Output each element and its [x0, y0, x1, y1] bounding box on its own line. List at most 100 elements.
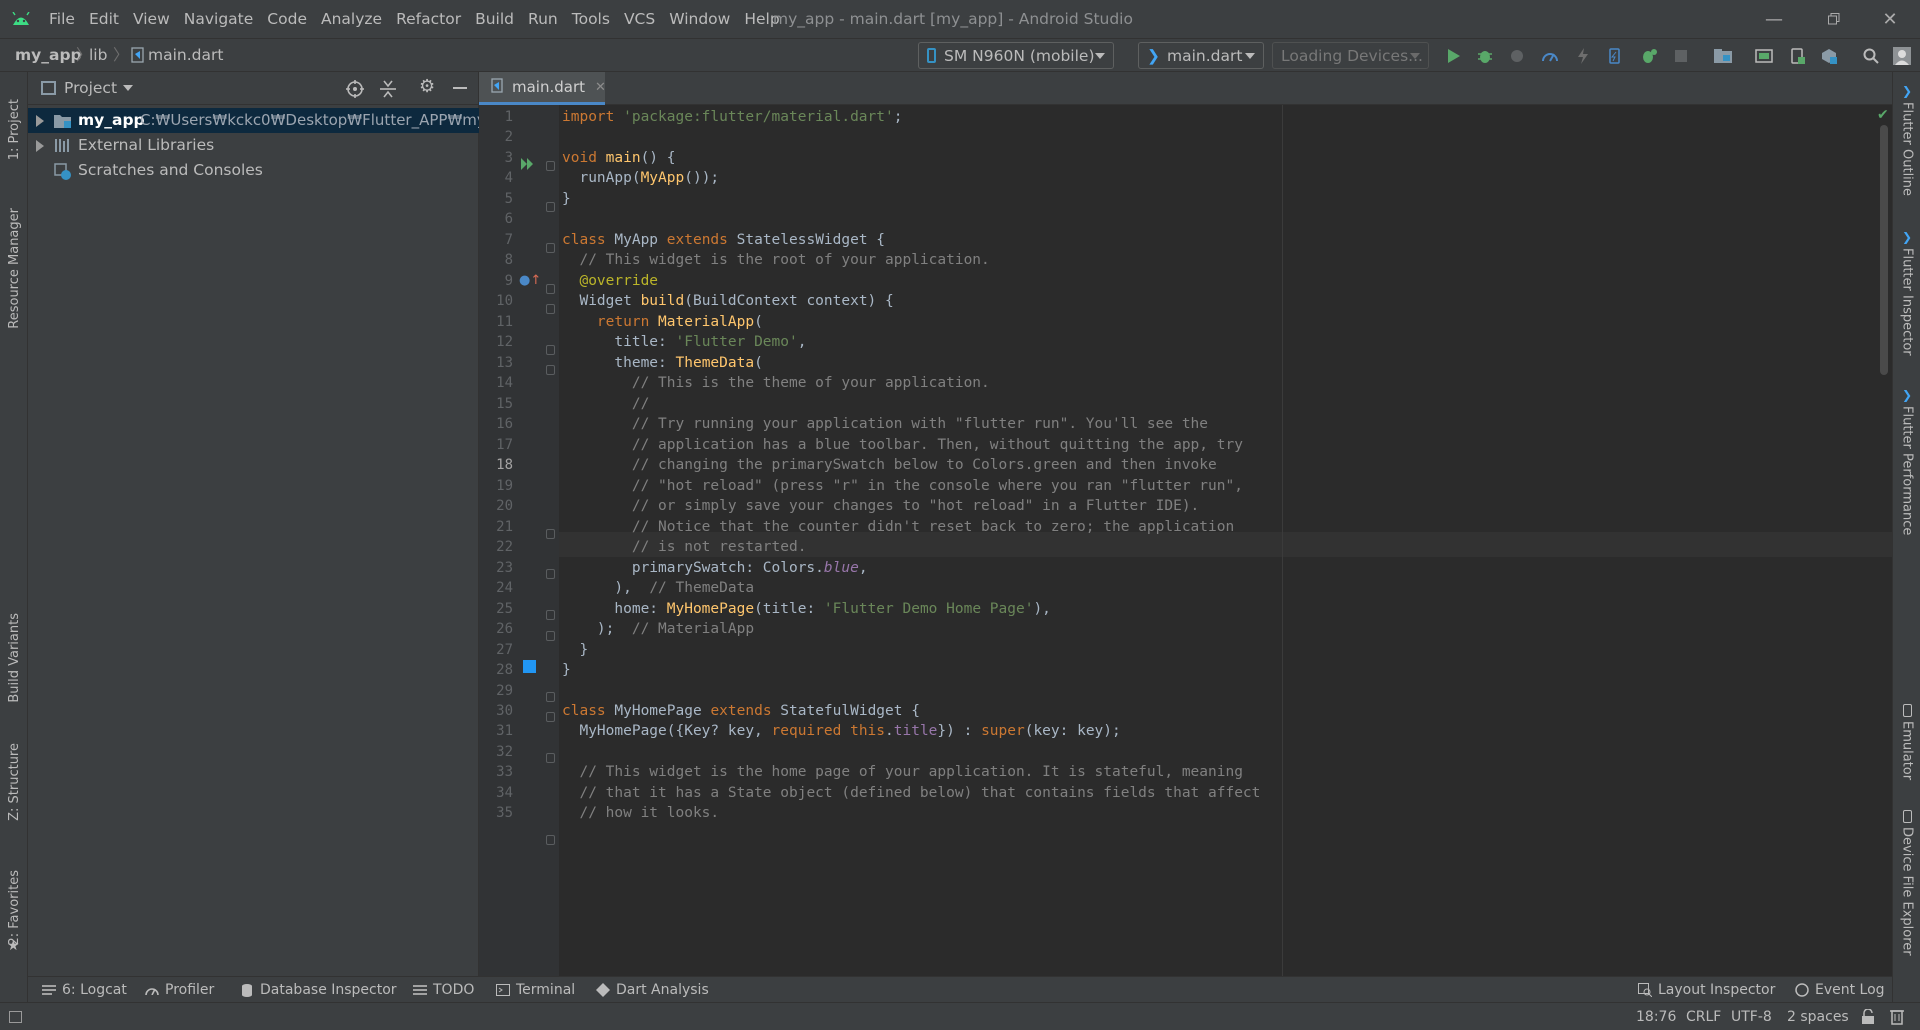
close-tab-icon[interactable]: ✕: [595, 80, 606, 95]
menu-run[interactable]: Run: [521, 0, 565, 38]
tool-tab-emulator[interactable]: Emulator: [1893, 704, 1920, 780]
tool-tab-terminal[interactable]: Terminal: [496, 977, 575, 1003]
run-main-icon[interactable]: [521, 158, 535, 174]
search-icon[interactable]: [1859, 44, 1883, 68]
user-account-icon[interactable]: [1890, 44, 1914, 68]
phone-icon: [1902, 704, 1912, 717]
tool-tab-layout-inspector[interactable]: Layout Inspector: [1638, 977, 1775, 1003]
tool-tab-structure[interactable]: Z: Structure: [0, 732, 28, 832]
tool-tab-dart-analysis[interactable]: Dart Analysis: [596, 977, 709, 1003]
fold-marker[interactable]: [546, 365, 555, 375]
chevron-down-icon[interactable]: [123, 85, 133, 91]
debug-icon[interactable]: [1473, 44, 1497, 68]
tree-item-scratches[interactable]: Scratches and Consoles: [28, 158, 479, 183]
attach-process-icon[interactable]: [1637, 44, 1661, 68]
tool-tab-resource-manager[interactable]: Resource Manager: [0, 198, 28, 338]
fold-marker[interactable]: [546, 304, 555, 314]
lock-icon[interactable]: [1862, 1008, 1874, 1028]
tool-tab-todo[interactable]: TODO: [413, 977, 474, 1003]
tool-tab-flutter-inspector[interactable]: ❯ Flutter Inspector: [1893, 230, 1920, 356]
menu-window[interactable]: Window: [662, 0, 737, 38]
toggle-tool-windows-icon[interactable]: [9, 1011, 22, 1023]
device-manager-icon[interactable]: [1785, 44, 1809, 68]
fold-marker[interactable]: [546, 345, 555, 355]
attach-debugger-icon[interactable]: [1505, 44, 1529, 68]
sdk-manager-icon[interactable]: [1817, 44, 1841, 68]
breadcrumb-project[interactable]: my_app: [15, 39, 82, 71]
menu-code[interactable]: Code: [260, 0, 314, 38]
menu-analyze[interactable]: Analyze: [314, 0, 389, 38]
menu-navigate[interactable]: Navigate: [177, 0, 261, 38]
tool-tab-profiler-label: Profiler: [165, 982, 215, 998]
right-margin-guide: [1282, 105, 1283, 976]
memory-indicator-icon[interactable]: [1890, 1009, 1904, 1029]
profile-icon[interactable]: [1538, 44, 1562, 68]
tool-tab-device-file-explorer[interactable]: Device File Explorer: [1893, 810, 1920, 956]
tool-tab-database-inspector[interactable]: Database Inspector: [240, 977, 397, 1003]
device-selector[interactable]: SM N960N (mobile): [918, 42, 1114, 69]
apply-code-changes-icon[interactable]: [1603, 44, 1627, 68]
fold-marker[interactable]: [546, 569, 555, 579]
run-icon[interactable]: [1442, 44, 1466, 68]
tool-tab-build-variants-label: Build Variants: [6, 613, 22, 703]
tool-tab-project[interactable]: 1: Project: [0, 82, 28, 178]
caret-position[interactable]: 18:76: [1636, 1003, 1676, 1030]
stop-icon[interactable]: [1669, 44, 1693, 68]
menu-build[interactable]: Build: [468, 0, 521, 38]
menu-file[interactable]: File: [42, 0, 82, 38]
tool-tab-flutter-outline[interactable]: ❯ Flutter Outline: [1893, 84, 1920, 196]
locate-file-icon[interactable]: [346, 80, 364, 102]
tree-item-my-app[interactable]: my_app C:₩Users₩kckc0₩Desktop₩Flutter_AP…: [28, 108, 522, 133]
restore-icon[interactable]: [1804, 0, 1864, 38]
close-icon[interactable]: ✕: [1860, 0, 1920, 38]
collapse-all-icon[interactable]: [380, 80, 396, 102]
editor-scrollbar[interactable]: [1880, 125, 1888, 375]
fold-marker[interactable]: [546, 835, 555, 845]
minimize-icon[interactable]: —: [1744, 0, 1804, 38]
tool-tab-build-variants[interactable]: Build Variants: [0, 602, 28, 714]
fold-marker[interactable]: [546, 712, 555, 722]
project-panel: Project ⚙ my_app C:₩Users₩kckc0₩Desktop₩…: [28, 72, 522, 976]
override-method-icon[interactable]: ●↑: [519, 273, 541, 288]
menu-vcs[interactable]: VCS: [617, 0, 662, 38]
fold-marker[interactable]: [546, 610, 555, 620]
hide-panel-icon[interactable]: [453, 87, 467, 89]
tool-tab-logcat[interactable]: 6: Logcat: [42, 977, 127, 1003]
fold-marker[interactable]: [546, 243, 555, 253]
tool-tab-flutter-performance[interactable]: ❯ Flutter Performance: [1893, 388, 1920, 535]
tool-tab-event-log[interactable]: Event Log: [1795, 977, 1885, 1003]
expand-arrow-icon[interactable]: [36, 115, 44, 127]
menu-view[interactable]: View: [126, 0, 177, 38]
expand-arrow-icon[interactable]: [36, 140, 44, 152]
breadcrumb-lib[interactable]: lib: [89, 39, 107, 71]
fold-marker[interactable]: [546, 284, 555, 294]
project-structure-icon[interactable]: [1711, 44, 1735, 68]
breadcrumb-file[interactable]: main.dart: [148, 39, 223, 71]
menu-edit[interactable]: Edit: [82, 0, 126, 38]
menu-refactor[interactable]: Refactor: [389, 0, 468, 38]
indent-setting[interactable]: 2 spaces: [1787, 1003, 1849, 1030]
fold-marker[interactable]: [546, 202, 555, 212]
tab-main-dart[interactable]: main.dart ✕: [479, 72, 606, 105]
apply-changes-icon[interactable]: [1571, 44, 1595, 68]
tree-item-external-libraries[interactable]: External Libraries: [28, 133, 479, 158]
code-editor[interactable]: 1 2 3 4 5 6 7 8 9 10 11 12 13 14 15 16 17 18 19 20 21 22 23 24 2…: [479, 105, 1892, 976]
fold-marker[interactable]: [546, 692, 555, 702]
library-icon: [54, 138, 71, 157]
fold-marker[interactable]: [546, 753, 555, 763]
fold-marker[interactable]: [546, 631, 555, 641]
run-config-selector[interactable]: ❯ main.dart: [1138, 42, 1264, 69]
menu-tools[interactable]: Tools: [565, 0, 617, 38]
file-encoding[interactable]: UTF-8: [1731, 1003, 1772, 1030]
gear-icon[interactable]: ⚙: [419, 76, 435, 97]
line-separator[interactable]: CRLF: [1686, 1003, 1721, 1030]
tool-tab-profiler[interactable]: Profiler: [145, 977, 214, 1003]
project-view-icon: [41, 81, 56, 95]
color-preview-blue-icon[interactable]: [523, 660, 536, 673]
fold-marker[interactable]: [546, 529, 555, 539]
tool-tab-event-log-label: Event Log: [1815, 982, 1885, 998]
fold-marker[interactable]: [546, 161, 555, 171]
project-view-selector[interactable]: Project: [64, 72, 117, 105]
loading-devices-selector[interactable]: Loading Devices...: [1272, 42, 1429, 69]
avd-manager-icon[interactable]: [1752, 44, 1776, 68]
